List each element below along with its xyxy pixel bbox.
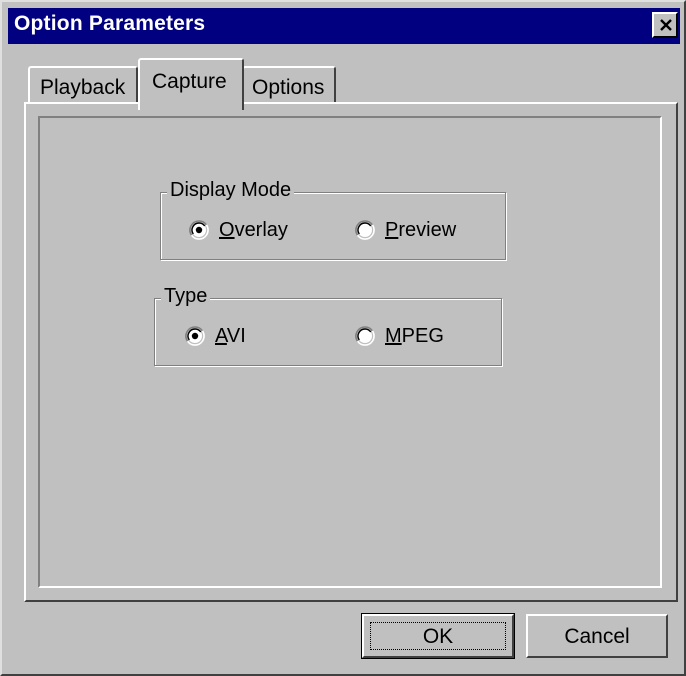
title-bar: Option Parameters [8, 8, 680, 44]
cancel-button[interactable]: Cancel [526, 614, 668, 658]
avi-label: AVI [215, 325, 246, 347]
tab-options-label: Options [252, 76, 325, 99]
display-mode-legend: Display Mode [167, 179, 295, 202]
close-button[interactable] [652, 12, 678, 38]
radio-unchecked-icon [355, 220, 375, 240]
mpeg-label: MPEG [385, 325, 444, 347]
tab-playback[interactable]: Playback [28, 66, 138, 106]
inner-frame: Display Mode Overlay Preview Type AVI MP… [38, 116, 662, 588]
window-title: Option Parameters [14, 12, 206, 35]
tab-capture[interactable]: Capture [138, 58, 244, 110]
display-mode-group: Display Mode Overlay Preview [160, 179, 506, 260]
ok-button-label: OK [422, 625, 454, 648]
radio-checked-icon [189, 220, 209, 240]
ok-button[interactable]: OK [361, 613, 515, 659]
cancel-button-label: Cancel [564, 625, 630, 648]
capture-tab-panel: Display Mode Overlay Preview Type AVI MP… [24, 102, 678, 602]
type-legend: Type [161, 285, 211, 308]
overlay-label: Overlay [219, 219, 288, 241]
tab-capture-label: Capture [152, 70, 227, 93]
close-icon [660, 19, 672, 31]
type-group: Type AVI MPEG [154, 285, 502, 366]
radio-checked-icon [185, 326, 205, 346]
tab-playback-label: Playback [40, 76, 126, 99]
preview-label: Preview [385, 219, 457, 241]
radio-unchecked-icon [355, 326, 375, 346]
tab-options[interactable]: Options [242, 66, 336, 106]
